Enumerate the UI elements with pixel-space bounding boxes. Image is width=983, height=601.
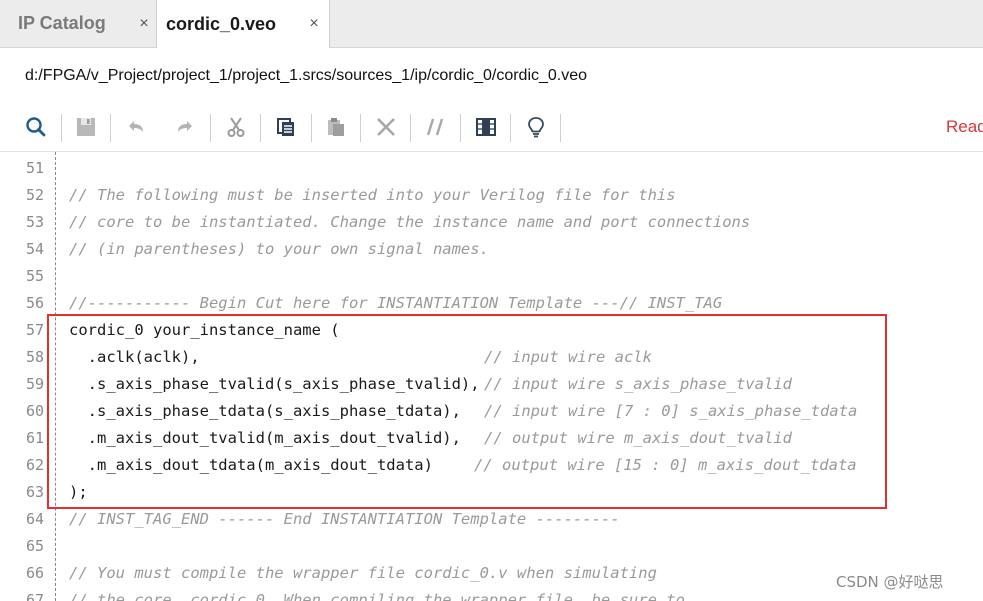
code-comment: // input wire s_axis_phase_tvalid xyxy=(484,375,792,393)
code-comment: // You must compile the wrapper file cor… xyxy=(69,564,657,582)
tab-cordic-veo[interactable]: cordic_0.veo × xyxy=(156,0,330,48)
line-number: 64 xyxy=(25,510,44,528)
cut-icon[interactable] xyxy=(224,115,248,139)
column-select-icon[interactable] xyxy=(474,115,498,139)
read-only-label: Read xyxy=(946,117,983,136)
line-number: 59 xyxy=(25,375,44,393)
close-icon[interactable]: × xyxy=(304,14,324,34)
line-number: 67 xyxy=(25,591,44,601)
code-line: 65 xyxy=(0,533,983,560)
line-number: 62 xyxy=(25,456,44,474)
code-line: 61 .m_axis_dout_tvalid(m_axis_dout_tvali… xyxy=(0,425,983,452)
code-line: 55 xyxy=(0,263,983,290)
delete-icon[interactable] xyxy=(374,115,398,139)
code-line: 60 .s_axis_phase_tdata(s_axis_phase_tdat… xyxy=(0,398,983,425)
line-number: 58 xyxy=(25,348,44,366)
code-comment: // output wire m_axis_dout_tvalid xyxy=(484,429,792,447)
watermark: CSDN @好哒思 xyxy=(836,573,944,591)
code-comment: // output wire [15 : 0] m_axis_dout_tdat… xyxy=(474,456,857,474)
editor-tab-bar: IP Catalog × cordic_0.veo × xyxy=(0,0,983,48)
line-number: 61 xyxy=(25,429,44,447)
save-icon[interactable] xyxy=(74,115,98,139)
code-line: 58 .aclk(aclk), // input wire aclk xyxy=(0,344,983,371)
line-number: 66 xyxy=(25,564,44,582)
comment-icon[interactable] xyxy=(424,115,448,139)
line-number: 56 xyxy=(25,294,44,312)
code-comment: // The following must be inserted into y… xyxy=(69,186,676,204)
line-number: 52 xyxy=(25,186,44,204)
line-number: 53 xyxy=(25,213,44,231)
code-comment: // (in parentheses) to your own signal n… xyxy=(69,240,489,258)
tab-ip-catalog[interactable]: IP Catalog × xyxy=(0,0,156,47)
code-line: 63 ); xyxy=(0,479,983,506)
code-text: ); xyxy=(69,483,88,501)
search-icon[interactable] xyxy=(24,115,48,139)
bulb-icon[interactable] xyxy=(524,115,548,139)
file-path-bar: d:/FPGA/v_Project/project_1/project_1.sr… xyxy=(0,48,983,103)
line-number: 57 xyxy=(25,321,44,339)
tab-label: IP Catalog xyxy=(18,13,106,33)
close-icon[interactable]: × xyxy=(134,14,154,34)
code-line: 59 .s_axis_phase_tvalid(s_axis_phase_tva… xyxy=(0,371,983,398)
file-path: d:/FPGA/v_Project/project_1/project_1.sr… xyxy=(25,66,588,84)
code-comment: // INST_TAG_END ------ End INSTANTIATION… xyxy=(69,510,620,528)
line-number: 55 xyxy=(25,267,44,285)
code-line: 52 // The following must be inserted int… xyxy=(0,182,983,209)
line-number: 63 xyxy=(25,483,44,501)
code-comment: // input wire aclk xyxy=(484,348,652,366)
redo-icon[interactable] xyxy=(173,115,197,139)
code-text: .m_axis_dout_tvalid(m_axis_dout_tvalid), xyxy=(69,429,461,447)
code-comment: //----------- Begin Cut here for INSTANT… xyxy=(69,294,723,312)
code-comment: // input wire [7 : 0] s_axis_phase_tdata xyxy=(484,402,858,420)
code-line: 57 cordic_0 your_instance_name ( xyxy=(0,317,983,344)
code-line: 53 // core to be instantiated. Change th… xyxy=(0,209,983,236)
line-number: 54 xyxy=(25,240,44,258)
code-text: .m_axis_dout_tdata(m_axis_dout_tdata) xyxy=(69,456,433,474)
code-text: .aclk(aclk), xyxy=(69,348,200,366)
code-text: cordic_0 your_instance_name ( xyxy=(69,321,340,339)
code-comment: // the core, cordic_0. When compiling th… xyxy=(69,591,685,601)
editor-toolbar xyxy=(0,103,983,152)
code-line: 56 //----------- Begin Cut here for INST… xyxy=(0,290,983,317)
code-text: .s_axis_phase_tdata(s_axis_phase_tdata), xyxy=(69,402,461,420)
line-number: 51 xyxy=(25,159,44,177)
line-number: 60 xyxy=(25,402,44,420)
code-line: 62 .m_axis_dout_tdata(m_axis_dout_tdata)… xyxy=(0,452,983,479)
code-editor[interactable]: 51 52 // The following must be inserted … xyxy=(0,152,983,601)
undo-icon[interactable] xyxy=(124,115,148,139)
tab-label: cordic_0.veo xyxy=(166,13,277,34)
code-line: 51 xyxy=(0,155,983,182)
code-line: 64 // INST_TAG_END ------ End INSTANTIAT… xyxy=(0,506,983,533)
paste-icon[interactable] xyxy=(324,115,348,139)
code-line: 54 // (in parentheses) to your own signa… xyxy=(0,236,983,263)
copy-icon[interactable] xyxy=(274,115,298,139)
code-comment: // core to be instantiated. Change the i… xyxy=(69,213,751,231)
line-number: 65 xyxy=(25,537,44,555)
code-text: .s_axis_phase_tvalid(s_axis_phase_tvalid… xyxy=(69,375,480,393)
